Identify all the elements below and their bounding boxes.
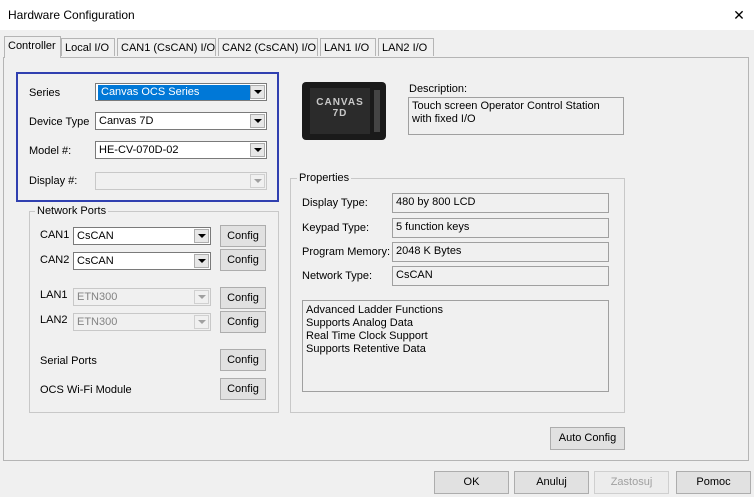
chevron-down-icon[interactable] — [250, 114, 265, 128]
network-ports-title: Network Ports — [35, 205, 109, 217]
keypad-type-value: 5 function keys — [392, 218, 609, 238]
tab-can2-io[interactable]: CAN2 (CsCAN) I/O — [218, 38, 318, 56]
device-image: CANVAS 7D — [302, 82, 386, 140]
list-item: Supports Retentive Data — [306, 343, 426, 355]
can2-value: CsCAN — [77, 255, 114, 267]
lan2-config-button[interactable]: Config — [220, 311, 266, 333]
chevron-down-icon — [250, 174, 265, 188]
chevron-down-icon — [194, 290, 209, 304]
series-label: Series — [29, 87, 61, 99]
properties-title: Properties — [297, 172, 352, 184]
device-type-select[interactable]: Canvas 7D — [95, 112, 267, 130]
auto-config-button[interactable]: Auto Config — [550, 427, 625, 450]
tab-controller[interactable]: Controller — [4, 36, 61, 58]
series-value: Canvas OCS Series — [98, 85, 250, 100]
display-type-value: 480 by 800 LCD — [392, 193, 609, 213]
network-type-value: CsCAN — [392, 266, 609, 286]
lan1-label: LAN1 — [40, 289, 68, 301]
lan1-select[interactable]: ETN300 — [73, 288, 211, 306]
cancel-button[interactable]: Anuluj — [514, 471, 589, 494]
series-select[interactable]: Canvas OCS Series — [95, 83, 267, 101]
features-list: Advanced Ladder Functions Supports Analo… — [302, 300, 609, 392]
list-item: Supports Analog Data — [306, 317, 414, 329]
lan1-value: ETN300 — [77, 291, 118, 303]
list-item: Advanced Ladder Functions — [306, 304, 443, 316]
display-type-label: Display Type: — [302, 197, 368, 209]
window-title: Hardware Configuration — [8, 8, 135, 22]
model-select[interactable]: HE-CV-070D-02 — [95, 141, 267, 159]
device-image-line1: CANVAS — [316, 97, 364, 108]
wifi-module-label: OCS Wi-Fi Module — [40, 384, 132, 396]
chevron-down-icon[interactable] — [194, 229, 209, 243]
can1-value: CsCAN — [77, 230, 114, 242]
description-text: Touch screen Operator Control Station wi… — [408, 97, 624, 135]
help-button[interactable]: Pomoc — [676, 471, 751, 494]
tab-can1-io[interactable]: CAN1 (CsCAN) I/O — [117, 38, 216, 56]
model-value: HE-CV-070D-02 — [99, 144, 179, 156]
ok-button[interactable]: OK — [434, 471, 509, 494]
device-image-line2: 7D — [332, 108, 348, 119]
can1-select[interactable]: CsCAN — [73, 227, 211, 245]
close-icon[interactable]: ✕ — [730, 6, 748, 24]
lan2-label: LAN2 — [40, 314, 68, 326]
model-label: Model #: — [29, 145, 72, 157]
chevron-down-icon[interactable] — [250, 143, 265, 157]
display-select[interactable] — [95, 172, 267, 190]
tab-lan2-io[interactable]: LAN2 I/O — [378, 38, 434, 56]
serial-ports-config-button[interactable]: Config — [220, 349, 266, 371]
display-label: Display #: — [29, 175, 78, 187]
lan1-config-button[interactable]: Config — [220, 287, 266, 309]
chevron-down-icon[interactable] — [194, 254, 209, 268]
wifi-module-config-button[interactable]: Config — [220, 378, 266, 400]
description-label: Description: — [409, 83, 468, 95]
can2-config-button[interactable]: Config — [220, 249, 266, 271]
program-memory-value: 2048 K Bytes — [392, 242, 609, 262]
can2-label: CAN2 — [40, 254, 70, 266]
serial-ports-label: Serial Ports — [40, 355, 97, 367]
device-keypad — [374, 90, 380, 132]
tab-lan1-io[interactable]: LAN1 I/O — [320, 38, 376, 56]
keypad-type-label: Keypad Type: — [302, 222, 370, 234]
tab-local-io[interactable]: Local I/O — [61, 38, 115, 56]
device-type-value: Canvas 7D — [99, 115, 154, 127]
lan2-select[interactable]: ETN300 — [73, 313, 211, 331]
can1-config-button[interactable]: Config — [220, 225, 266, 247]
network-type-label: Network Type: — [302, 270, 373, 282]
can1-label: CAN1 — [40, 229, 70, 241]
list-item: Real Time Clock Support — [306, 330, 428, 342]
device-type-label: Device Type — [29, 116, 90, 128]
program-memory-label: Program Memory: — [302, 246, 391, 258]
apply-button[interactable]: Zastosuj — [594, 471, 669, 494]
lan2-value: ETN300 — [77, 316, 118, 328]
chevron-down-icon — [194, 315, 209, 329]
can2-select[interactable]: CsCAN — [73, 252, 211, 270]
chevron-down-icon[interactable] — [250, 85, 265, 99]
